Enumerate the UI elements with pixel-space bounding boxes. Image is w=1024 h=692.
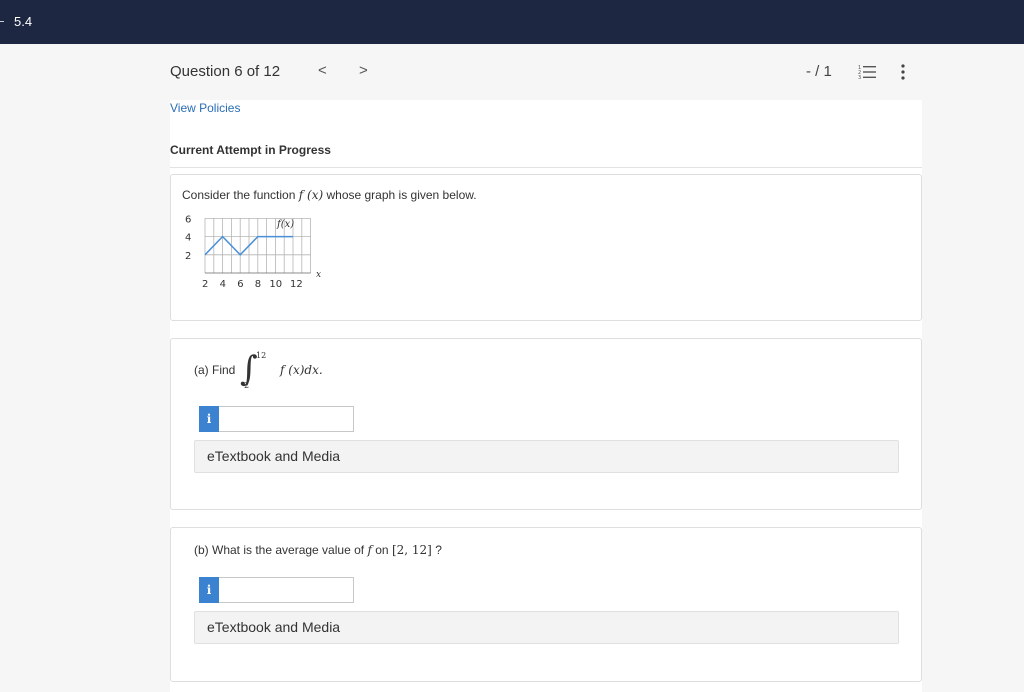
question-list-icon[interactable]: 1 2 3 [858, 64, 876, 80]
intro-function: f (x) [298, 188, 324, 202]
intro-prefix: Consider the function [182, 188, 296, 202]
integral-upper-limit: 12 [256, 351, 267, 360]
divider [170, 167, 922, 168]
intro-suffix: whose graph is given below. [326, 188, 477, 202]
x-axis-label: x [316, 270, 321, 280]
part-b-suffix: ? [435, 543, 442, 557]
right-gutter [922, 100, 1024, 692]
problem-intro: Consider the function f (x) whose graph … [182, 188, 477, 202]
x-tick-label: 12 [290, 279, 303, 290]
integral-lower-limit: 2 [244, 381, 250, 390]
left-gutter [0, 100, 170, 692]
part-b-prefix: (b) What is the average value of [194, 543, 365, 557]
section-label: 5.4 [14, 14, 33, 29]
top-bar: 5.4 [0, 0, 1024, 44]
part-b-interval: [2, 12] [391, 543, 432, 557]
part-b-etextbook-button[interactable]: eTextbook and Media [194, 611, 899, 644]
next-question-button[interactable]: > [359, 62, 368, 79]
top-bar-dash [0, 21, 4, 22]
x-tick-label: 6 [237, 279, 243, 290]
part-b-function: f [367, 543, 372, 557]
graph-grid [204, 218, 312, 274]
part-a-etextbook-button[interactable]: eTextbook and Media [194, 440, 899, 473]
x-tick-label: 8 [255, 279, 261, 290]
y-tick-label: 2 [185, 251, 191, 262]
curve-label: f(x) [276, 219, 294, 230]
previous-question-button[interactable]: < [318, 62, 327, 79]
y-tick-label: 6 [185, 214, 191, 225]
y-tick-label: 4 [185, 233, 191, 244]
part-b-info-button[interactable]: i [199, 577, 219, 603]
y-tick-labels: 6 4 2 [185, 214, 191, 261]
x-tick-label: 2 [202, 279, 208, 290]
more-options-icon[interactable] [899, 63, 907, 81]
part-a-answer-input[interactable] [219, 406, 354, 432]
x-tick-label: 4 [220, 279, 226, 290]
part-b-middle: on [375, 543, 389, 557]
part-a-label: (a) Find [194, 363, 236, 377]
question-score: - / 1 [806, 63, 832, 80]
part-b-answer-input[interactable] [219, 577, 354, 603]
attempt-status: Current Attempt in Progress [170, 143, 331, 157]
part-a-card: (a) Find ∫ 12 2 f (x)dx. i eTextbook and… [170, 338, 922, 510]
question-counter: Question 6 of 12 [170, 63, 281, 80]
view-policies-link[interactable]: View Policies [170, 101, 240, 115]
svg-text:3: 3 [858, 75, 861, 80]
integrand: f (x)dx. [280, 363, 323, 377]
x-tick-label: 10 [269, 279, 282, 290]
function-graph: 642 2 4 6 8 10 12 f(x) x [185, 214, 321, 290]
part-a-question: (a) Find ∫ 12 2 f (x)dx. [194, 349, 494, 391]
part-b-question: (b) What is the average value of f on [2… [194, 543, 442, 557]
part-b-answer-group: i [199, 577, 354, 603]
part-a-answer-group: i [199, 406, 354, 432]
x-tick-labels: 2 4 6 8 10 12 [202, 279, 303, 290]
problem-statement-card: Consider the function f (x) whose graph … [170, 174, 922, 321]
part-b-card: (b) What is the average value of f on [2… [170, 527, 922, 682]
part-a-info-button[interactable]: i [199, 406, 219, 432]
